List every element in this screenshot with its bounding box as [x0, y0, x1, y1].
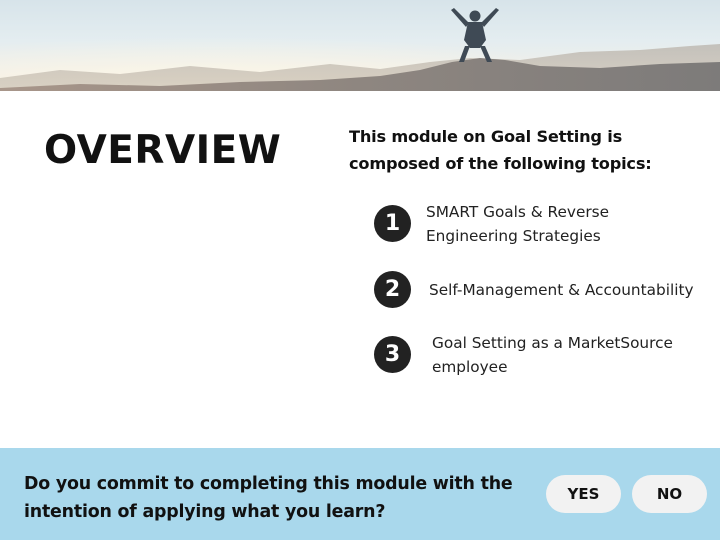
intro-line-1: This module on Goal Setting is	[349, 127, 623, 146]
topic-1-line-1: SMART Goals & Reverse	[426, 203, 610, 221]
mountain-summit-photo	[0, 0, 720, 91]
topic-label: SMART Goals & Reverse Engineering Strate…	[426, 200, 609, 248]
question-line-1: Do you commit to completing this module …	[24, 474, 513, 494]
number-3-icon: 3	[374, 336, 411, 373]
page-title: OVERVIEW	[44, 128, 282, 173]
header-banner-image	[0, 0, 720, 91]
yes-button[interactable]: YES	[546, 475, 621, 513]
topic-3-line-1: Goal Setting as a MarketSource	[432, 334, 673, 352]
topic-label: Self-Management & Accountability	[429, 278, 694, 302]
commitment-question: Do you commit to completing this module …	[24, 470, 534, 526]
question-line-2: intention of applying what you learn?	[24, 502, 386, 522]
module-intro: This module on Goal Setting is composed …	[349, 123, 709, 177]
topic-label: Goal Setting as a MarketSource employee	[432, 331, 673, 379]
number-1-icon: 1	[374, 205, 411, 242]
intro-line-2: composed of the following topics:	[349, 154, 652, 173]
topic-3-line-2: employee	[432, 358, 508, 376]
topic-1-line-2: Engineering Strategies	[426, 227, 601, 245]
number-2-icon: 2	[374, 271, 411, 308]
topic-2-line-1: Self-Management & Accountability	[429, 281, 694, 299]
no-button[interactable]: NO	[632, 475, 707, 513]
